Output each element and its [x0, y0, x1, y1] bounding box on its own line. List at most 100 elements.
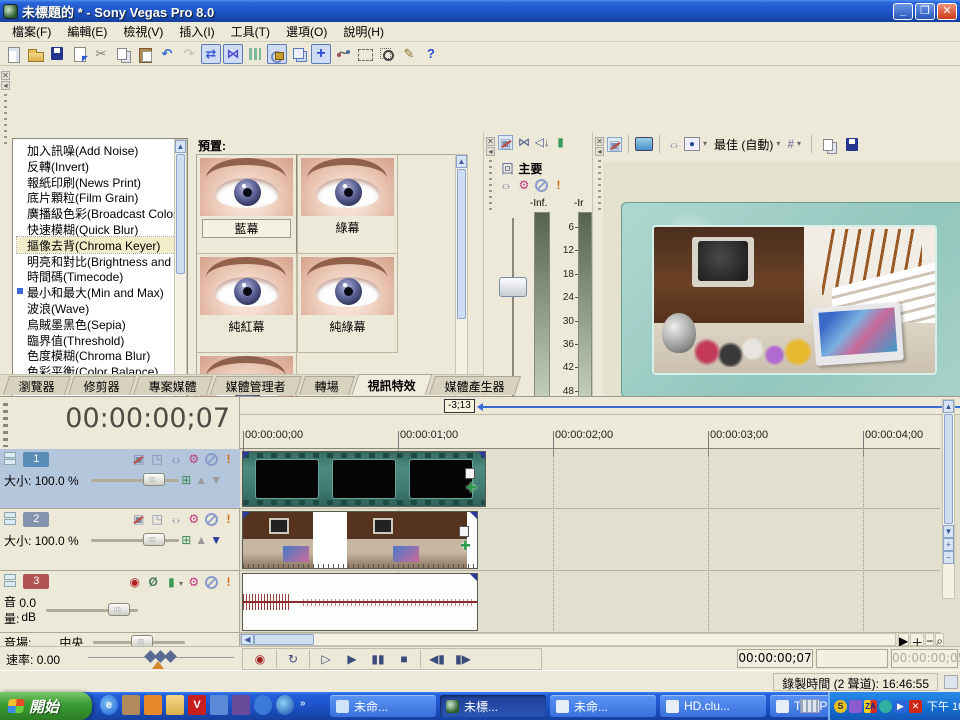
- bypass-icon[interactable]: [535, 179, 548, 192]
- expand-track-layers-icon[interactable]: [245, 44, 265, 64]
- insert-fx-icon[interactable]: ⋈: [516, 135, 531, 150]
- open-icon[interactable]: [25, 44, 45, 64]
- scroll-up-icon[interactable]: ▲: [456, 155, 467, 168]
- save-frame-icon[interactable]: [842, 135, 860, 153]
- track-header-1[interactable]: 1 大小: 100.0 % ⊞ ▲ ▼: [0, 449, 240, 509]
- overlay-grid-icon[interactable]: #: [787, 137, 794, 151]
- menu-item[interactable]: 編輯(E): [59, 21, 115, 42]
- track-motion-icon[interactable]: [150, 452, 165, 467]
- automation-settings-icon[interactable]: [186, 575, 201, 590]
- track-level-value[interactable]: 100.0 %: [35, 534, 79, 548]
- red-app-icon[interactable]: V: [188, 695, 206, 715]
- copy-frame-icon[interactable]: [819, 135, 837, 153]
- selection-start-timecode[interactable]: 00:00:00;07: [737, 649, 813, 668]
- dock-tab[interactable]: 媒體產生器: [429, 376, 521, 395]
- ie-icon[interactable]: e: [100, 695, 118, 715]
- quick-launch-more-icon[interactable]: »: [300, 698, 306, 709]
- dock-tab[interactable]: 修剪器: [68, 376, 136, 395]
- task-button[interactable]: 未標...: [440, 695, 546, 717]
- pause-button[interactable]: ▮▮: [365, 650, 391, 668]
- start-button[interactable]: 開始: [0, 692, 92, 720]
- network-app-icon[interactable]: [254, 695, 272, 715]
- whats-this-help-icon[interactable]: [421, 44, 441, 64]
- invert-phase-icon[interactable]: [146, 575, 161, 590]
- track-number[interactable]: 2: [23, 512, 49, 527]
- make-compositing-child-icon[interactable]: ▼: [209, 473, 224, 488]
- minimize-button[interactable]: _: [893, 3, 913, 20]
- mute-icon[interactable]: [205, 453, 218, 466]
- automation-settings-icon[interactable]: [186, 452, 201, 467]
- lock-envelopes-icon[interactable]: [267, 44, 287, 64]
- menu-item[interactable]: 工具(T): [223, 21, 278, 42]
- close-panel-icon[interactable]: ✕: [595, 137, 604, 146]
- make-compositing-child-icon[interactable]: ▼: [209, 533, 224, 548]
- arm-record-icon[interactable]: [127, 575, 142, 590]
- track-number[interactable]: 1: [23, 452, 49, 467]
- time-ruler[interactable]: 00:00:00;0000:00:01;0000:00:02;0000:00:0…: [240, 415, 940, 449]
- dock-tab[interactable]: 媒體管理者: [210, 376, 302, 395]
- video-event-generated-media[interactable]: ✚: [242, 451, 486, 507]
- zoom-edit-tool-icon[interactable]: [377, 44, 397, 64]
- zoom-out-vertical-icon[interactable]: −: [943, 551, 954, 564]
- scroll-right-icon[interactable]: ▶: [898, 633, 909, 646]
- envelope-edit-tool-icon[interactable]: [333, 44, 353, 64]
- bypass-motion-blur-icon[interactable]: [131, 512, 146, 527]
- effect-list-item[interactable]: 最小和最大(Min and Max): [17, 284, 187, 300]
- marker-bar[interactable]: -3;13: [240, 397, 960, 415]
- scroll-down-icon[interactable]: ▼: [943, 525, 954, 538]
- mixer-panel-grip[interactable]: ✕ ◂: [485, 136, 496, 216]
- redo-icon[interactable]: [179, 44, 199, 64]
- menu-item[interactable]: 插入(I): [171, 21, 222, 42]
- track-level-value[interactable]: 100.0 %: [35, 474, 79, 488]
- project-properties-icon[interactable]: [69, 44, 89, 64]
- tray-zonealarm-icon[interactable]: ZA: [864, 700, 877, 713]
- preview-quality-dropdown[interactable]: 最佳 (自動): [714, 136, 773, 153]
- dim-output-icon[interactable]: [553, 135, 568, 150]
- go-to-end-button[interactable]: ▮▶: [450, 650, 476, 668]
- effect-list-item[interactable]: 摳像去背(Chroma Keyer): [17, 237, 177, 253]
- document-app-icon[interactable]: [210, 695, 228, 715]
- effect-list-item[interactable]: 臨界值(Threshold): [17, 332, 187, 348]
- selection-edit-tool-icon[interactable]: [355, 44, 375, 64]
- preset-cell[interactable]: 純紅幕: [196, 253, 297, 353]
- paste-icon[interactable]: [135, 44, 155, 64]
- make-compositing-parent-icon[interactable]: ▲: [194, 473, 209, 488]
- selection-end-timecode[interactable]: [816, 649, 888, 668]
- vegas-app-icon[interactable]: [144, 695, 162, 715]
- record-button[interactable]: ◉: [247, 650, 273, 668]
- effect-list-item[interactable]: 色度模糊(Chroma Blur): [17, 347, 187, 363]
- track-header-3[interactable]: 3 ▾ 音量: 0.0 dB 音場: 中央: [0, 571, 240, 633]
- solo-alert-icon[interactable]: [551, 178, 566, 193]
- solo-icon[interactable]: [221, 575, 236, 590]
- preset-cell[interactable]: 綠幕: [297, 154, 398, 254]
- fx-settings-icon[interactable]: [516, 178, 531, 193]
- track-fx-icon[interactable]: [168, 512, 183, 527]
- media-player-icon[interactable]: [276, 695, 294, 715]
- rate-value[interactable]: 0.00: [37, 653, 60, 667]
- dock-tab[interactable]: 專案媒體: [133, 376, 213, 395]
- track-motion-icon[interactable]: [150, 512, 165, 527]
- split-screen-icon[interactable]: ●: [684, 137, 700, 151]
- menu-item[interactable]: 檔案(F): [4, 21, 59, 42]
- insert-bus-icon[interactable]: [498, 135, 513, 150]
- task-button[interactable]: HD.clu...: [660, 695, 766, 717]
- scroll-up-icon[interactable]: ▲: [943, 400, 954, 413]
- automation-settings-icon[interactable]: [186, 512, 201, 527]
- save-icon[interactable]: [47, 44, 67, 64]
- make-compositing-parent-icon[interactable]: ▲: [194, 533, 209, 548]
- pen-tool-icon[interactable]: [399, 44, 419, 64]
- stop-button[interactable]: ■: [391, 650, 417, 668]
- close-panel-icon[interactable]: ✕: [486, 137, 495, 146]
- collapse-panel-icon[interactable]: ◂: [595, 147, 604, 156]
- bypass-motion-blur-icon[interactable]: [131, 452, 146, 467]
- tray-messenger-icon[interactable]: [879, 700, 892, 713]
- track-header-2[interactable]: 2 大小: 100.0 % ⊞ ▲ ▼: [0, 509, 240, 571]
- track-fx-icon[interactable]: [168, 452, 183, 467]
- effect-list-item[interactable]: 明亮和對比(Brightness and C: [17, 253, 187, 269]
- tray-display-icon[interactable]: [849, 700, 862, 713]
- cut-icon[interactable]: [91, 44, 111, 64]
- task-button[interactable]: 未命...: [550, 695, 656, 717]
- preset-cell[interactable]: 純綠幕: [297, 253, 398, 353]
- effects-panel-grip[interactable]: ✕ ◂: [0, 70, 11, 150]
- timeline-horizontal-scrollbar[interactable]: ◀: [240, 633, 896, 646]
